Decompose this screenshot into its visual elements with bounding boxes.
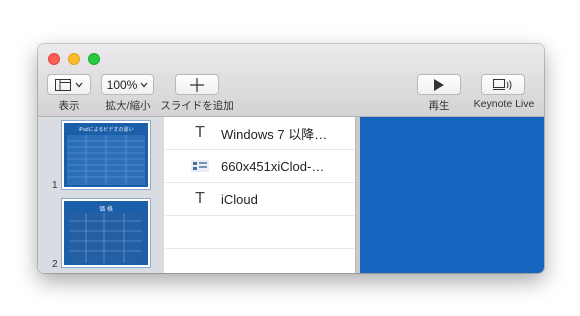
plus-icon: [190, 77, 204, 92]
view-layout-icon: [55, 78, 71, 91]
zoom-value: 100%: [106, 77, 138, 92]
slide-thumbnail-title: iPadによるビデオの違い: [78, 127, 134, 133]
keynote-window: 表示 100% 拡大/縮小 スライドを追加 再生 Keynote Live 1 …: [38, 44, 544, 273]
play-icon: [434, 78, 444, 91]
zoom-label: 拡大/縮小: [105, 100, 151, 112]
list-item[interactable]: T iCloud: [165, 183, 355, 216]
keynote-live-label: Keynote Live: [473, 98, 535, 110]
text-icon: T: [195, 124, 205, 141]
close-window-button[interactable]: [48, 53, 60, 65]
play-label: 再生: [428, 100, 450, 112]
list-item-label: Windows 7 以降…: [221, 126, 328, 142]
add-slide-label: スライドを追加: [160, 100, 234, 112]
play-button[interactable]: [417, 74, 461, 95]
slide-table-graphic: [70, 213, 142, 263]
list-item-label: 660x451xiClod-…: [221, 158, 325, 174]
minimize-window-button[interactable]: [68, 53, 80, 65]
text-icon: T: [195, 190, 205, 207]
toolbar: 表示 100% 拡大/縮小 スライドを追加 再生 Keynote Live: [38, 44, 544, 117]
slide-number: 1: [52, 180, 58, 191]
slide-canvas[interactable]: [360, 117, 544, 273]
list-item[interactable]: T Windows 7 以降…: [165, 117, 355, 150]
view-label: 表示: [58, 100, 80, 112]
image-icon: [191, 160, 209, 172]
keynote-live-button[interactable]: [481, 74, 525, 95]
keynote-live-icon: [493, 78, 512, 90]
list-item-empty: [165, 216, 355, 249]
slide-navigator: 1 iPadによるビデオの違い 2 価 格: [38, 117, 164, 273]
add-slide-button[interactable]: [175, 74, 219, 95]
view-button[interactable]: [47, 74, 91, 95]
zoom-window-button[interactable]: [88, 53, 100, 65]
object-list: T Windows 7 以降… 660x451xiClod-… T iCloud: [165, 117, 355, 273]
slide-thumbnail-title: 価 格: [99, 207, 113, 213]
list-item-label: iCloud: [221, 191, 258, 207]
slide-thumbnail-1[interactable]: iPadによるビデオの違い: [62, 121, 150, 189]
slide-number: 2: [52, 259, 58, 270]
slide-thumbnail-2[interactable]: 価 格: [62, 199, 150, 267]
zoom-select[interactable]: 100%: [101, 74, 154, 95]
list-item[interactable]: 660x451xiClod-…: [165, 150, 355, 183]
chevron-down-icon: [140, 82, 148, 87]
chevron-down-icon: [75, 82, 83, 87]
slide-table-graphic: [67, 135, 145, 185]
